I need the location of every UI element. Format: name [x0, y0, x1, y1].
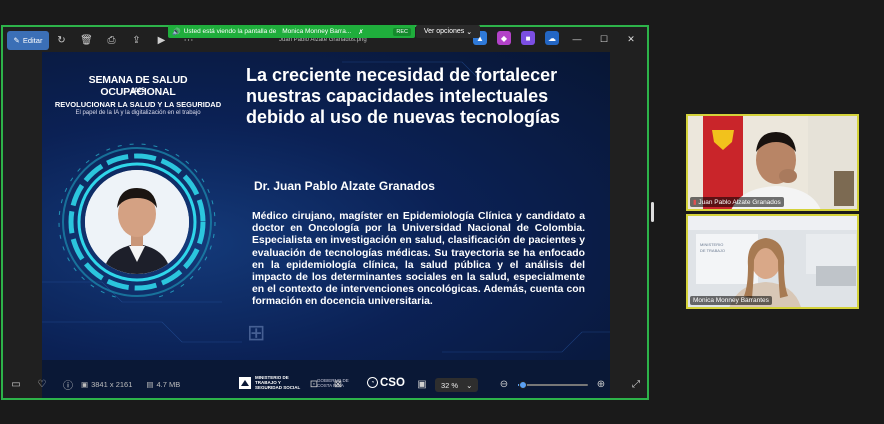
participant-name: ▮ Juan Pablo Alzate Granados: [690, 197, 784, 207]
presenter-name: Monica Monney Barra...: [282, 28, 352, 35]
participant-name-text: Juan Pablo Alzate Granados: [698, 199, 781, 206]
svg-text:DE TRABAJO: DE TRABAJO: [700, 248, 725, 253]
participant-tile[interactable]: MINISTERIO DE TRABAJO Monica Monney Barr…: [686, 214, 859, 309]
chevron-down-icon: ⌄: [466, 380, 473, 390]
participant-tile[interactable]: ▮ Juan Pablo Alzate Granados: [686, 114, 859, 211]
app-shortcuts: ▲ ◆ ■ ☁: [473, 31, 559, 45]
pointer-icon: ✗: [358, 28, 364, 36]
edit-icon: ✎: [13, 36, 20, 45]
image-dimensions: ▣ 3841 x 2161: [81, 380, 132, 389]
zoom-in-icon[interactable]: ⊕: [588, 379, 614, 390]
screen-share-banner: 🔊 Usted está viendo la pantalla de Monic…: [168, 25, 415, 38]
file-size: ▤ 4.7 MB: [146, 380, 180, 389]
fullscreen-icon[interactable]: ⤢: [623, 379, 649, 390]
rec-badge: REC: [393, 27, 411, 36]
window-controls: — ☐ ✕: [565, 31, 643, 47]
speaker-name: Dr. Juan Pablo Alzate Granados: [254, 179, 435, 193]
svg-text:⊞: ⊞: [247, 320, 265, 345]
event-title: SEMANA DE SALUD OCUPACIONAL: [88, 74, 188, 98]
photo-viewer-window: ✎ Editar ↻ 🗑 ⎙ ⇪ ▶ ⋯ Juan Pablo Alzate G…: [1, 25, 649, 400]
mic-muted-icon: ▮: [693, 199, 697, 206]
speaker-bio: Médico cirujano, magíster en Epidemiolog…: [252, 211, 585, 308]
speaker-ring: [57, 138, 217, 298]
zoom-slider[interactable]: [518, 381, 588, 389]
favorite-icon[interactable]: ♡: [29, 379, 55, 390]
participant-name: Monica Monney Barrantes: [690, 296, 772, 305]
fit-screen-icon[interactable]: ⊡: [301, 379, 327, 390]
designer-icon[interactable]: ■: [521, 31, 535, 45]
dimensions-icon: ▣: [81, 380, 89, 389]
zoom-value: 32 %: [441, 380, 459, 390]
print-icon[interactable]: ⎙: [99, 31, 124, 50]
screen: ✎ Editar ↻ 🗑 ⎙ ⇪ ▶ ⋯ Juan Pablo Alzate G…: [0, 0, 884, 424]
svg-text:MINISTERIO: MINISTERIO: [700, 242, 723, 247]
view-options-label: Ver opciones: [423, 28, 465, 35]
zoom-fit-icon[interactable]: ▣: [409, 379, 435, 390]
chevron-down-icon: ⌄: [466, 28, 473, 36]
rotate-icon[interactable]: ↻: [49, 31, 74, 50]
viewer-statusbar: ▭ ♡ ⓘ ▣ 3841 x 2161 ▤ 4.7 MB ⊡ ⊠ ▣ 32 % ⌄ …: [3, 371, 647, 398]
clipchamp-icon[interactable]: ◆: [497, 31, 511, 45]
onedrive-icon[interactable]: ☁: [545, 31, 559, 45]
actual-size-icon[interactable]: ⊠: [325, 379, 351, 390]
slide-headline: La creciente necesidad de fortalecer nue…: [246, 65, 561, 127]
speaker-portrait: [85, 170, 189, 274]
storage-icon: ▤: [146, 380, 154, 389]
zoom-out-icon[interactable]: ⊖: [491, 379, 517, 390]
edit-button[interactable]: ✎ Editar: [7, 31, 49, 50]
event-subtitle: REVOLUCIONAR LA SALUD Y LA SEGURIDAD: [54, 100, 222, 109]
filmstrip-icon[interactable]: ▭: [3, 379, 29, 390]
event-tagline: El papel de la IA y la digitalización en…: [75, 110, 201, 116]
share-banner-text: Usted está viendo la pantalla de: [183, 28, 277, 35]
file-size-text: 4.7 MB: [156, 380, 181, 389]
zoom-select[interactable]: 32 % ⌄: [435, 378, 479, 392]
zoom-slider-thumb[interactable]: [518, 381, 527, 389]
dimensions-text: 3841 x 2161: [91, 380, 133, 389]
delete-icon[interactable]: 🗑: [74, 31, 99, 50]
info-icon[interactable]: ⓘ: [55, 377, 81, 392]
share-icon[interactable]: ⇪: [124, 31, 149, 50]
close-icon[interactable]: ✕: [619, 31, 643, 47]
speaker-photo: [85, 170, 189, 274]
edit-label: Editar: [22, 36, 43, 45]
sharing-icon: 🔊: [172, 28, 181, 36]
event-year: 2025: [131, 88, 145, 94]
slide-image: ⊞ SEMANA DE SALUD OCUPACIONAL 2025 REVOL…: [42, 52, 610, 398]
view-options-button[interactable]: Ver opciones ⌄: [416, 25, 480, 38]
splitter-handle[interactable]: [651, 202, 654, 222]
maximize-icon[interactable]: ☐: [592, 31, 616, 47]
minimize-icon[interactable]: —: [565, 31, 589, 47]
